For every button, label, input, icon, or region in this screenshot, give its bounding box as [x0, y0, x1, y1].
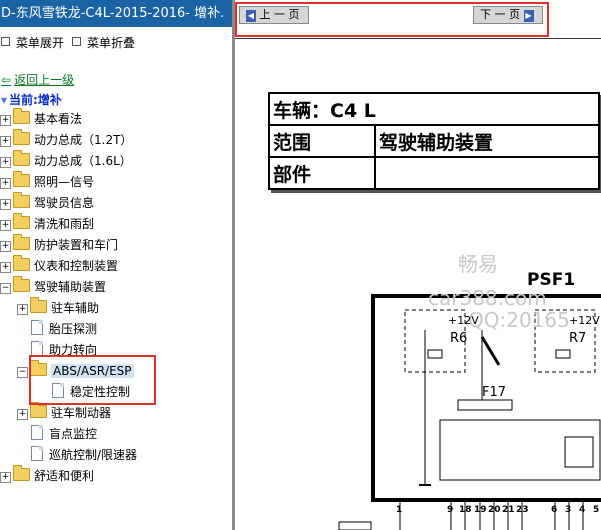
tree-item-label: 照明—信号 [34, 175, 95, 189]
tree-item-label: 盲点监控 [49, 427, 98, 441]
folder-icon [13, 108, 30, 124]
folder-icon [13, 465, 30, 481]
tree-item[interactable]: + 舒适和便利 [0, 465, 95, 485]
collapse-icon [72, 37, 81, 46]
folder-icon [13, 192, 30, 208]
pin-label: 18 [459, 505, 472, 515]
voltage-label: +12V [448, 314, 479, 327]
tree-item[interactable]: + 清洗和雨刮 [0, 213, 95, 233]
tree-item[interactable]: 巡航控制/限速器 [31, 446, 137, 464]
tree-item[interactable]: + 动力总成（1.6L） [0, 150, 132, 170]
expand-plus-icon[interactable]: + [17, 304, 28, 315]
current-location: ▾ 当前:增补 [1, 91, 62, 108]
folder-icon [13, 171, 30, 187]
collapse-minus-icon[interactable]: − [17, 367, 28, 378]
tree-item[interactable]: + 基本看法 [0, 108, 83, 128]
tree-item-label: 动力总成（1.6L） [34, 154, 132, 168]
collapse-minus-icon[interactable]: − [0, 283, 11, 294]
tree-item[interactable]: + 照明—信号 [0, 171, 95, 191]
tree-item-label: 巡航控制/限速器 [49, 448, 138, 462]
tree-item[interactable]: − 驾驶辅助装置 [0, 276, 107, 296]
pin-label: 20 [488, 505, 501, 515]
current-location-label: 当前:增补 [9, 93, 62, 107]
pin-label: 4 [579, 505, 586, 515]
window-title: D-东风雪铁龙-C4L-2015-2016- 增补. [0, 0, 232, 27]
tree-item-label: 清洗和雨刮 [34, 217, 95, 231]
folder-icon [13, 129, 30, 145]
collapse-menu-label: 菜单折叠 [87, 36, 136, 50]
expand-plus-icon[interactable]: + [0, 178, 11, 189]
pin-label: 21 [502, 505, 515, 515]
expand-plus-icon[interactable]: + [0, 262, 11, 273]
tree-item[interactable]: + 仪表和控制装置 [0, 255, 119, 275]
tree-item-label: 驾驶辅助装置 [34, 280, 107, 294]
expand-plus-icon[interactable]: + [0, 157, 11, 168]
tree-item-label: 胎压探测 [49, 322, 98, 336]
expand-plus-icon[interactable]: + [0, 472, 11, 483]
voltage-label: +12V [569, 314, 600, 327]
pin-label: 3 [565, 505, 572, 515]
expand-plus-icon[interactable]: + [0, 241, 11, 252]
tree-item[interactable]: + 驻车制动器 [17, 402, 112, 422]
tree-item-label: 防护装置和车门 [34, 238, 119, 252]
folder-icon [13, 213, 30, 229]
folder-icon [30, 402, 47, 418]
relay-label: R7 [569, 331, 587, 346]
tree-item[interactable]: + 动力总成（1.2T） [0, 129, 133, 149]
expand-plus-icon[interactable]: + [0, 199, 11, 210]
pin-label: 23 [516, 505, 529, 515]
expand-plus-icon[interactable]: + [0, 115, 11, 126]
document-icon [31, 341, 43, 356]
tree-item[interactable]: + 驾驶员信息 [0, 192, 95, 212]
pin-label: 1 [396, 505, 403, 515]
expand-menu-button[interactable]: 菜单展开 [1, 34, 64, 51]
tree-item-label: 驻车制动器 [51, 406, 112, 420]
collapse-menu-button[interactable]: 菜单折叠 [72, 34, 135, 51]
watermark: QQ:20165 [468, 308, 570, 332]
document-pane: ◀ 上 一 页 下 一 页 ▶ 车辆：C4 L 范围 驾驶辅助装置 部件 畅易 P… [235, 0, 601, 530]
folder-icon [13, 255, 30, 271]
fuse-label: F17 [482, 385, 507, 400]
pin-label: 6 [551, 505, 558, 515]
wiring-diagram [338, 294, 601, 530]
expand-plus-icon[interactable]: + [17, 409, 28, 420]
watermark: car388.com [428, 286, 547, 310]
back-link-label: 返回上一级 [14, 73, 75, 87]
tree-panel: D-东风雪铁龙-C4L-2015-2016- 增补. 菜单展开 菜单折叠 ⇦ 返回… [0, 0, 232, 530]
expand-icon [1, 37, 10, 46]
tree-item-label: 舒适和便利 [34, 469, 95, 483]
folder-icon [30, 297, 47, 313]
expand-plus-icon[interactable]: + [0, 136, 11, 147]
tree-item-label: 驾驶员信息 [34, 196, 95, 210]
highlight-box [29, 355, 156, 405]
tree-item[interactable]: + 驻车辅助 [17, 297, 100, 317]
back-link[interactable]: ⇦ 返回上一级 [1, 71, 74, 88]
folder-icon [13, 150, 30, 166]
document-icon [31, 320, 43, 335]
tree-item[interactable]: 盲点监控 [31, 425, 97, 443]
pin-label: 9 [447, 505, 454, 515]
document-icon [31, 446, 43, 461]
folder-open-icon [13, 276, 30, 292]
back-arrow-icon: ⇦ [1, 73, 12, 87]
tree-item[interactable]: 胎压探测 [31, 320, 97, 338]
tree-item-label: 基本看法 [34, 112, 83, 126]
document-icon [31, 425, 43, 440]
folder-icon [13, 234, 30, 250]
location-icon: ▾ [1, 93, 8, 107]
pin-label: 19 [474, 505, 487, 515]
tree-item-label: 驻车辅助 [51, 301, 100, 315]
tree-item[interactable]: + 防护装置和车门 [0, 234, 119, 254]
pin-label: 5 [593, 505, 600, 515]
relay-label: R6 [450, 331, 468, 346]
tree-item-label: 仪表和控制装置 [34, 259, 119, 273]
expand-plus-icon[interactable]: + [0, 220, 11, 231]
expand-menu-label: 菜单展开 [16, 36, 65, 50]
tree-item-label: 动力总成（1.2T） [34, 133, 133, 147]
